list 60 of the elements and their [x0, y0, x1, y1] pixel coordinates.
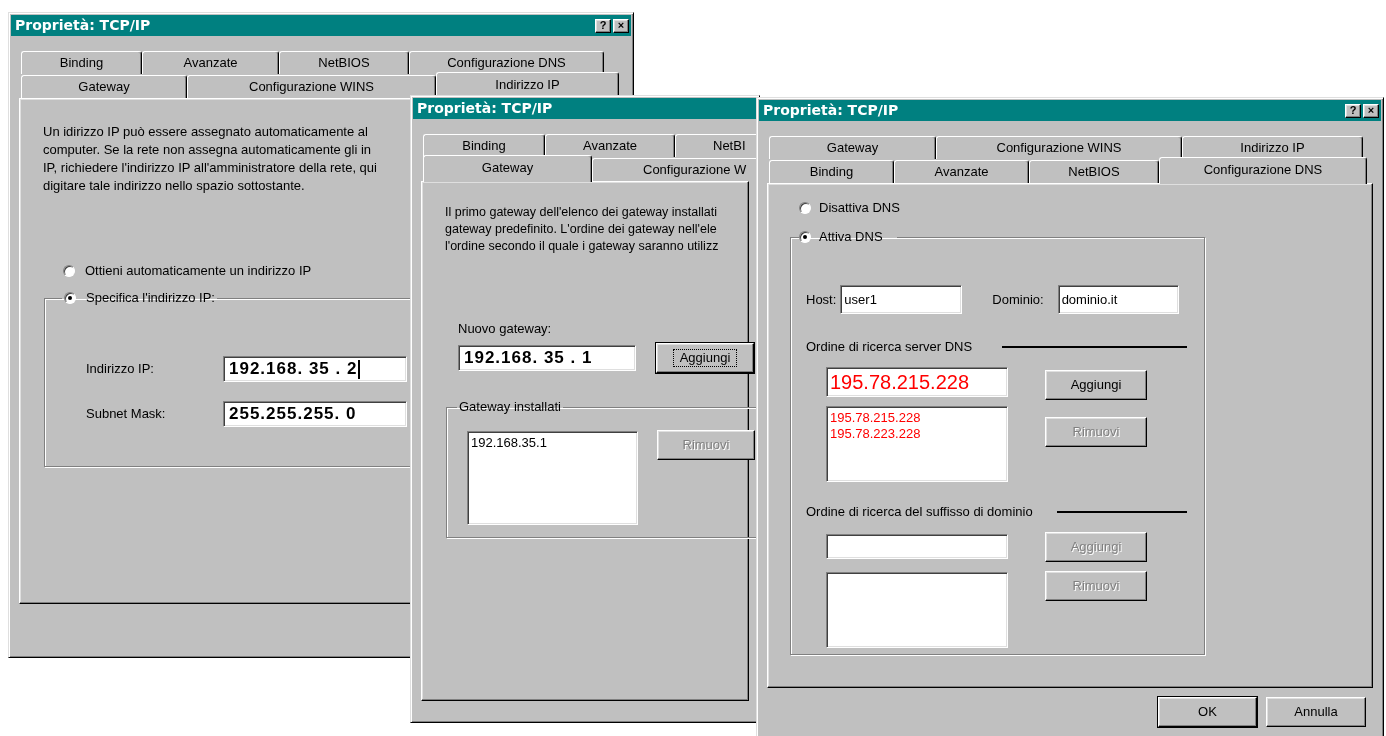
window-title: Proprietà: TCP/IP	[763, 101, 899, 120]
field-label: Dominio:	[992, 290, 1044, 309]
tab[interactable]: NetBIOS	[1029, 160, 1159, 183]
ok-button[interactable]: OK	[1158, 697, 1257, 727]
tab[interactable]: Configurazione DNS	[1159, 157, 1367, 184]
tab[interactable]: Avanzate	[142, 51, 279, 74]
radio-button[interactable]	[799, 202, 811, 214]
list-box[interactable]: 195.78.215.228 195.78.223.228	[826, 406, 1008, 482]
tab[interactable]: Gateway	[21, 75, 187, 98]
radio-button[interactable]	[64, 292, 76, 304]
radio-label[interactable]: Ottieni automaticamente un indirizzo IP	[85, 261, 312, 281]
tab[interactable]: Avanzate	[545, 134, 675, 157]
field-label: Subnet Mask:	[86, 405, 167, 424]
tab[interactable]: Configurazione W	[592, 158, 759, 181]
tab[interactable]: Indirizzo IP	[1182, 136, 1363, 159]
text-field[interactable]: 192.168. 35 . 2	[223, 356, 407, 382]
radio-label[interactable]: Specifica l'indirizzo IP:	[86, 288, 215, 308]
tab[interactable]: Gateway	[769, 136, 936, 159]
field-label: Host:	[806, 290, 837, 309]
field-label: Indirizzo IP:	[86, 360, 155, 379]
list-item[interactable]: 195.78.223.228	[830, 426, 1007, 442]
tab[interactable]: Configurazione WINS	[187, 75, 436, 98]
add-button[interactable]: Aggiungi	[656, 343, 754, 373]
description-text: Il primo gateway dell'elenco dei gateway installati gateway predefinito. L'ordine dei gateway nell'ele l'ordine secondo il quale i gateway saranno utilizz	[445, 204, 719, 255]
tab[interactable]: Binding	[769, 160, 894, 183]
radio-label[interactable]: Attiva DNS	[819, 227, 883, 247]
tab[interactable]: Binding	[21, 51, 142, 74]
tab[interactable]: NetBI	[675, 134, 759, 157]
text-field[interactable]: 195.78.215.228	[826, 367, 1008, 397]
description-text: Un idirizzo IP può essere assegnato automaticamente al computer. Se la rete non assegna automaticamente gli in IP, richiedere l'indirizzo IP all'amministratore della rete, qui digitare tale indirizzo nello spazio sottostante.	[43, 123, 377, 195]
tab[interactable]: Binding	[423, 134, 545, 157]
close-button[interactable]: ×	[613, 18, 629, 33]
help-button[interactable]: ?	[595, 18, 611, 33]
tab[interactable]: Configurazione WINS	[936, 136, 1182, 159]
tab[interactable]: Gateway	[423, 155, 592, 182]
section-heading: Ordine di ricerca del suffisso di dominio	[806, 503, 1033, 522]
list-item[interactable]: 192.168.35.1	[471, 435, 637, 451]
window-title: Proprietà: TCP/IP	[417, 99, 553, 118]
radio-label[interactable]: Disattiva DNS	[819, 198, 900, 218]
tab[interactable]: NetBIOS	[279, 51, 409, 74]
text-field[interactable]: 192.168. 35 . 1	[458, 345, 636, 371]
tab[interactable]: Avanzate	[894, 160, 1029, 183]
help-button[interactable]: ?	[1345, 103, 1361, 118]
field-label: Nuovo gateway:	[458, 321, 553, 337]
text-field[interactable]: dominio.it	[1057, 285, 1179, 314]
tab[interactable]: Configurazione DNS	[409, 51, 604, 74]
list-item[interactable]: 195.78.215.228	[830, 410, 1007, 426]
radio-button[interactable]	[799, 231, 811, 243]
list-box[interactable]	[826, 572, 1008, 648]
radio-button[interactable]	[63, 265, 75, 277]
text-field[interactable]: user1	[840, 285, 963, 314]
add-button[interactable]: Aggiungi	[1045, 370, 1147, 400]
list-box[interactable]: 192.168.35.1	[467, 431, 638, 525]
text-field[interactable]	[826, 534, 1008, 559]
text-field[interactable]: 255.255.255. 0	[223, 401, 407, 427]
section-heading: Ordine di ricerca server DNS	[806, 338, 973, 357]
group-label: Gateway installati	[458, 398, 562, 416]
window-title: Proprietà: TCP/IP	[15, 16, 151, 35]
close-button[interactable]: ×	[1363, 103, 1379, 118]
cancel-button[interactable]: Annulla	[1266, 697, 1366, 727]
